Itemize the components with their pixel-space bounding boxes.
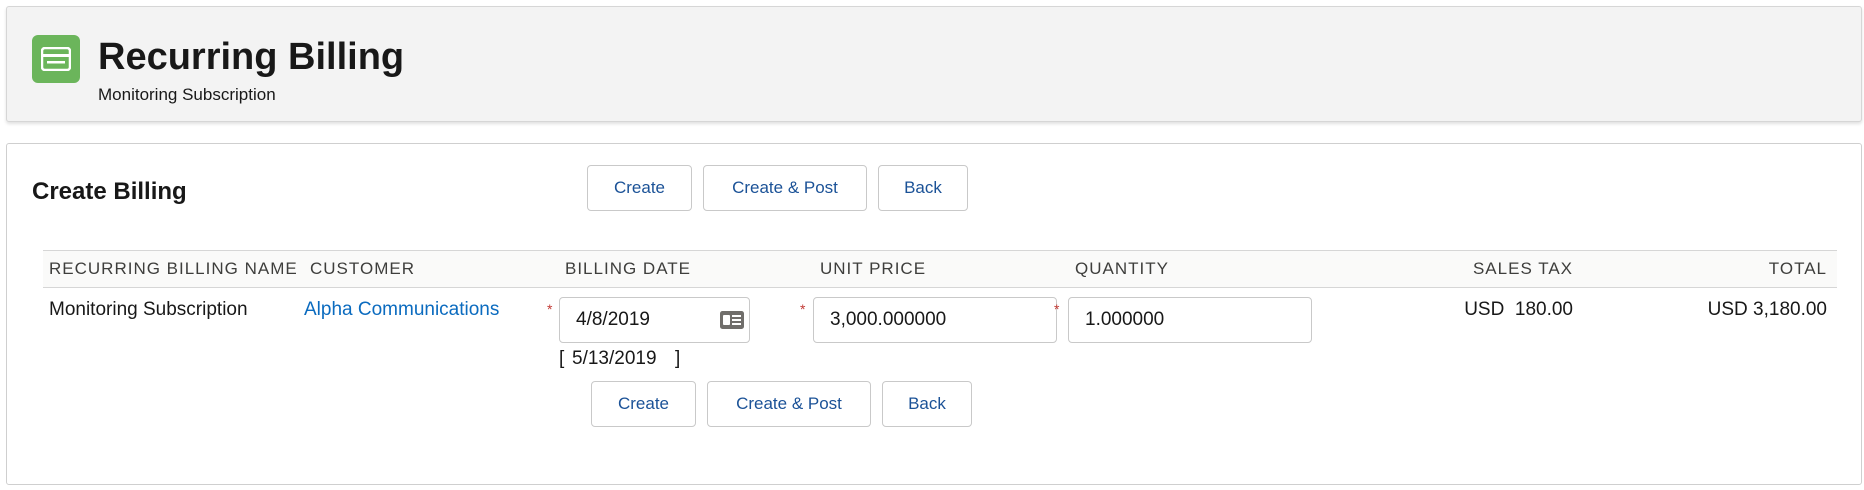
column-header-unit-price: UNIT PRICE: [820, 259, 927, 278]
create-button-top[interactable]: Create: [587, 165, 692, 211]
unit-price-input[interactable]: [813, 297, 1057, 343]
bracket-close: ]: [675, 348, 681, 369]
calendar-icon[interactable]: [719, 310, 745, 330]
back-button-top[interactable]: Back: [878, 165, 968, 211]
cell-total: USD 3,180.00: [1707, 299, 1827, 320]
sales-tax-currency: USD: [1464, 299, 1505, 320]
table-header: RECURRING BILLING NAME CUSTOMER BILLING …: [43, 250, 1837, 288]
required-marker-quantity: *: [1054, 301, 1060, 317]
sales-tax-value: 180.00: [1514, 299, 1573, 320]
create-post-button-top[interactable]: Create & Post: [703, 165, 867, 211]
page-subtitle: Monitoring Subscription: [98, 85, 276, 104]
bracket-open: [: [559, 348, 565, 369]
back-button-bottom[interactable]: Back: [882, 381, 972, 427]
page-title: Recurring Billing: [98, 36, 405, 78]
cell-name: Monitoring Subscription: [49, 299, 248, 320]
customer-link[interactable]: Alpha Communications: [304, 299, 499, 321]
column-header-quantity: QUANTITY: [1075, 259, 1169, 278]
billing-card-icon: [32, 35, 80, 83]
create-post-button-bottom[interactable]: Create & Post: [707, 381, 871, 427]
create-button-bottom[interactable]: Create: [591, 381, 696, 427]
column-header-name: RECURRING BILLING NAME: [49, 259, 298, 278]
create-billing-card: Create Billing Create Create & Post Back…: [6, 143, 1862, 485]
column-header-sales-tax: SALES TAX: [1472, 259, 1573, 278]
column-header-customer: CUSTOMER: [310, 259, 415, 278]
cell-sales-tax: USD 180.00: [1367, 299, 1573, 321]
required-marker-billing-date: *: [547, 301, 553, 317]
required-marker-unit-price: *: [800, 301, 806, 317]
suggested-date-link[interactable]: 5/13/2019: [572, 348, 657, 370]
section-title: Create Billing: [32, 178, 187, 205]
column-header-billing-date: BILLING DATE: [565, 259, 691, 278]
quantity-input[interactable]: [1068, 297, 1312, 343]
column-header-total: TOTAL: [1768, 259, 1827, 278]
page-header: Recurring Billing Monitoring Subscriptio…: [6, 6, 1862, 122]
